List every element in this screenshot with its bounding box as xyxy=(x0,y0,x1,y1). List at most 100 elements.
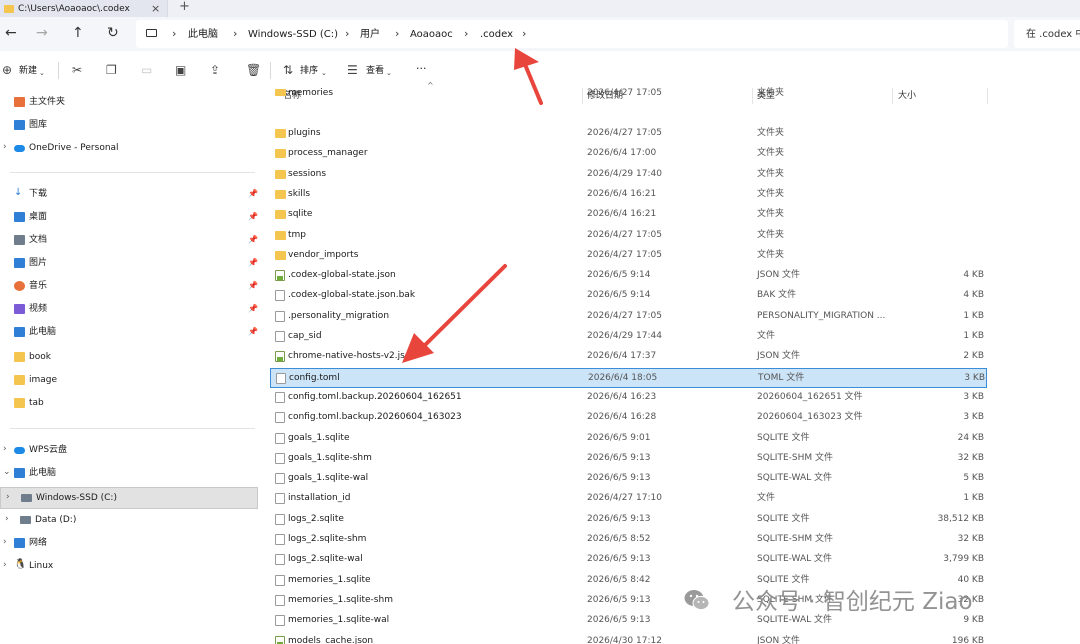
file-row[interactable]: config.toml.backup.20260604_162651 2026/6… xyxy=(270,388,987,408)
pin-icon[interactable]: 📌 xyxy=(248,189,258,198)
file-row[interactable]: .codex-global-state.json 2026/6/5 9:14 JSO… xyxy=(270,266,987,286)
more-options-button[interactable]: ··· xyxy=(416,63,427,74)
file-icon xyxy=(275,615,285,627)
file-row[interactable]: process_manager 2026/6/4 17:00 文件夹 xyxy=(270,144,987,164)
share-icon[interactable]: ⇪ xyxy=(210,63,220,77)
refresh-icon[interactable]: ↻ xyxy=(107,25,119,41)
pin-icon[interactable]: 📌 xyxy=(248,327,258,336)
file-row[interactable]: models_cache.json 2026/4/30 17:12 JSON 文件 1… xyxy=(270,632,987,644)
file-row[interactable]: chrome-native-hosts-v2.json 2026/6/4 17:3… xyxy=(270,347,987,367)
chevron-right-icon[interactable]: › xyxy=(172,28,176,40)
file-row[interactable]: memories 2026/4/27 17:05 文件夹 xyxy=(270,84,987,96)
breadcrumb-windows-ssd[interactable]: Windows-SSD (C:) xyxy=(248,29,338,41)
file-row[interactable]: config.toml.backup.20260604_163023 2026/6… xyxy=(270,408,987,428)
sidebar-item-music[interactable]: 音乐 📌 xyxy=(0,276,262,298)
file-row[interactable]: memories_1.sqlite 2026/6/5 8:42 SQLITE 文件 4… xyxy=(270,571,987,591)
close-tab-icon[interactable]: × xyxy=(151,2,160,15)
sidebar-item-pictures[interactable]: 图片 📌 xyxy=(0,253,262,275)
up-arrow-icon[interactable]: ↑ xyxy=(72,25,84,41)
file-row[interactable]: .personality_migration 2026/4/27 17:05 PER… xyxy=(270,307,987,327)
sidebar-item-image[interactable]: image xyxy=(0,370,262,392)
chevron-right-icon[interactable]: › xyxy=(6,492,10,502)
copy-icon[interactable]: ❐ xyxy=(106,63,117,77)
sidebar-item-windows-ssd[interactable]: › Windows-SSD (C:) xyxy=(0,487,258,509)
sidebar-item-label: 图库 xyxy=(29,120,48,130)
sidebar-item-data-d[interactable]: › Data (D:) xyxy=(0,510,262,532)
sidebar-item-tab[interactable]: tab xyxy=(0,393,262,415)
chevron-right-icon[interactable]: › xyxy=(5,514,9,524)
chevron-right-icon[interactable]: › xyxy=(3,537,7,547)
chevron-right-icon[interactable]: › xyxy=(395,28,399,40)
sidebar-item-this-pc[interactable]: ⌄ 此电脑 xyxy=(0,463,262,485)
file-row[interactable]: goals_1.sqlite-shm 2026/6/5 9:13 SQLITE-SH… xyxy=(270,449,987,469)
view-icon[interactable]: ☰ xyxy=(347,63,358,77)
file-size: 32 KB xyxy=(957,534,984,544)
sidebar-item-book[interactable]: book xyxy=(0,347,262,369)
sidebar-item-this-pc-pinned[interactable]: 此电脑 📌 xyxy=(0,322,262,344)
file-row[interactable]: config.toml 2026/6/4 18:05 TOML 文件 3 KB xyxy=(270,367,987,388)
sidebar-item-wps-cloud[interactable]: › WPS云盘 xyxy=(0,440,262,462)
file-row[interactable]: sqlite 2026/6/4 16:21 文件夹 xyxy=(270,205,987,225)
sidebar-item-onedrive[interactable]: › OneDrive - Personal xyxy=(0,138,262,160)
forward-arrow-icon[interactable]: → xyxy=(36,25,48,41)
file-row[interactable]: goals_1.sqlite 2026/6/5 9:01 SQLITE 文件 24 K… xyxy=(270,429,987,449)
chevron-right-icon[interactable]: › xyxy=(3,444,7,454)
sidebar-item-desktop[interactable]: 桌面 📌 xyxy=(0,207,262,229)
file-row[interactable]: cap_sid 2026/4/29 17:44 文件 1 KB xyxy=(270,327,987,347)
back-arrow-icon[interactable]: ← xyxy=(5,25,17,41)
pin-icon[interactable]: 📌 xyxy=(248,235,258,244)
chevron-right-icon[interactable]: › xyxy=(233,28,237,40)
sidebar-item-network[interactable]: › 网络 xyxy=(0,533,262,555)
sidebar-item-gallery[interactable]: 图库 xyxy=(0,115,262,137)
file-row[interactable]: goals_1.sqlite-wal 2026/6/5 9:13 SQLITE-WA… xyxy=(270,469,987,489)
rename-icon[interactable]: ▣ xyxy=(175,63,186,77)
chevron-right-icon[interactable]: › xyxy=(3,142,7,152)
file-row[interactable]: vendor_imports 2026/4/27 17:05 文件夹 xyxy=(270,246,987,266)
file-size: 196 KB xyxy=(951,635,984,644)
file-row[interactable]: sessions 2026/4/29 17:40 文件夹 xyxy=(270,165,987,185)
folder-icon xyxy=(14,398,25,408)
breadcrumb-users[interactable]: 用户 xyxy=(360,29,380,41)
sidebar-item-videos[interactable]: 视频 📌 xyxy=(0,299,262,321)
toolbar-divider xyxy=(58,62,59,79)
chevron-right-icon[interactable]: › xyxy=(345,28,349,40)
chevron-down-icon[interactable]: ⌄ xyxy=(3,467,11,477)
sort-icon[interactable]: ⇅ xyxy=(283,63,293,77)
file-row[interactable]: tmp 2026/4/27 17:05 文件夹 xyxy=(270,226,987,246)
chevron-right-icon[interactable]: › xyxy=(3,560,7,570)
file-row[interactable]: logs_2.sqlite-shm 2026/6/5 8:52 SQLITE-SHM… xyxy=(270,530,987,550)
chevron-right-icon[interactable]: › xyxy=(522,28,526,40)
chevron-down-icon[interactable]: ⌄ xyxy=(39,66,45,80)
chevron-down-icon[interactable]: ⌄ xyxy=(386,66,392,80)
breadcrumb-this-pc[interactable]: 此电脑 xyxy=(188,29,218,41)
pin-icon[interactable]: 📌 xyxy=(248,212,258,221)
file-row[interactable]: plugins 2026/4/27 17:05 文件夹 xyxy=(270,124,987,144)
file-row[interactable]: logs_2.sqlite 2026/6/5 9:13 SQLITE 文件 38,51… xyxy=(270,510,987,530)
tab-codex[interactable]: C:\Users\Aoaoaoc\.codex xyxy=(0,0,168,17)
pin-icon[interactable]: 📌 xyxy=(248,304,258,313)
breadcrumb-codex[interactable]: .codex xyxy=(480,29,513,41)
file-row[interactable]: logs_2.sqlite-wal 2026/6/5 9:13 SQLITE-WAL… xyxy=(270,550,987,570)
pin-icon[interactable]: 📌 xyxy=(248,258,258,267)
file-row[interactable]: installation_id 2026/4/27 17:10 文件 1 KB xyxy=(270,489,987,509)
cut-icon[interactable]: ✂ xyxy=(72,63,82,77)
delete-icon[interactable]: 🗑 xyxy=(246,63,261,77)
sidebar-item-documents[interactable]: 文档 📌 xyxy=(0,230,262,252)
sort-button[interactable]: 排序 xyxy=(300,66,318,77)
paste-icon[interactable]: ▭ xyxy=(141,63,152,77)
file-row[interactable]: .codex-global-state.json.bak 2026/6/5 9:1… xyxy=(270,286,987,306)
sidebar-item-downloads[interactable]: ↓ 下载 📌 xyxy=(0,184,262,206)
new-plus-icon[interactable]: ⊕ xyxy=(2,63,12,77)
new-button[interactable]: 新建 xyxy=(19,66,37,77)
file-name: .codex-global-state.json xyxy=(288,270,396,281)
breadcrumb-aoaoaoc[interactable]: Aoaoaoc xyxy=(410,29,453,41)
pin-icon[interactable]: 📌 xyxy=(248,281,258,290)
sidebar-item-linux[interactable]: › 🐧 Linux xyxy=(0,556,262,578)
new-tab-icon[interactable]: + xyxy=(179,0,190,14)
column-divider[interactable] xyxy=(987,88,988,104)
view-button[interactable]: 查看 xyxy=(366,66,384,77)
chevron-down-icon[interactable]: ⌄ xyxy=(321,66,327,80)
file-row[interactable]: skills 2026/6/4 16:21 文件夹 xyxy=(270,185,987,205)
chevron-right-icon[interactable]: › xyxy=(464,28,468,40)
sidebar-item-home[interactable]: 主文件夹 xyxy=(0,92,262,114)
